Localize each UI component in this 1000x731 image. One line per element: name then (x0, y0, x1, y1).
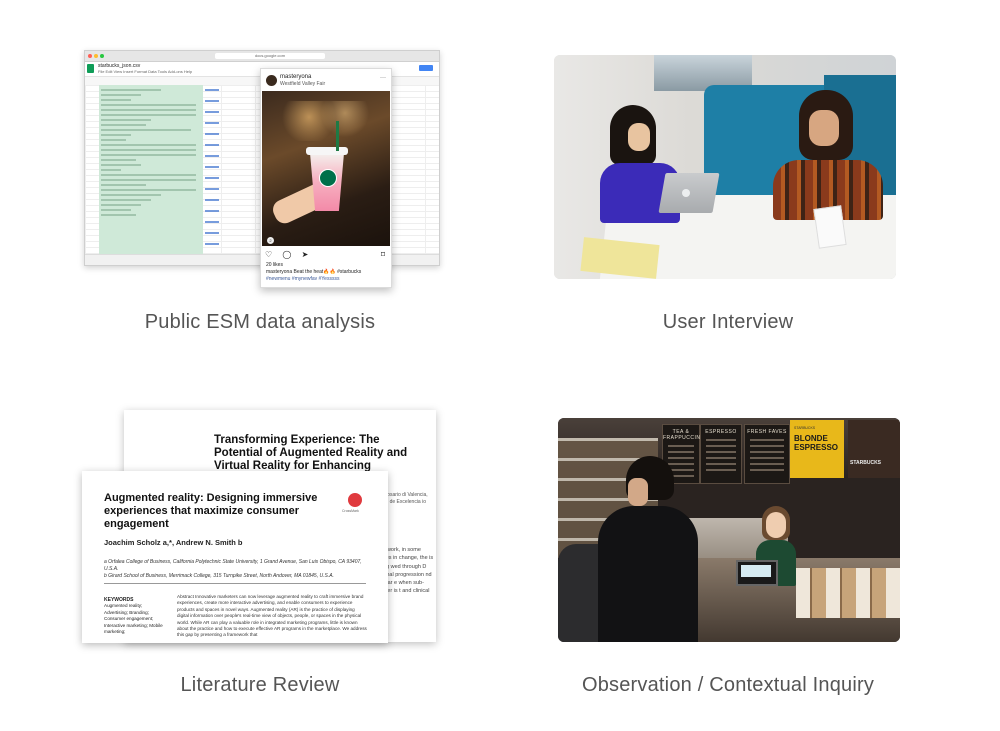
crossmark-label: CrossMark (342, 509, 359, 513)
paper-back-title: Transforming Experience: The Potential o… (214, 434, 408, 472)
instagram-post: masteryona Westfield Valley Fair ··· 2 ♡… (260, 68, 392, 288)
participant-figure (759, 90, 883, 220)
instagram-location: Westfield Valley Fair (280, 81, 326, 87)
avatar (266, 75, 277, 86)
browser-url: docs.google.com (215, 53, 325, 59)
paper-authors: Joachim Scholz a,*, Andrew N. Smith b (104, 538, 243, 547)
post-action-icons: ♡ ◯ ➤ (265, 250, 313, 259)
merchandise-shelf (796, 568, 900, 618)
starbucks-sign-label: STARBUCKS (850, 460, 882, 466)
menu-board-3: FRESH FAVES (744, 424, 790, 484)
sheets-logo-icon (87, 64, 94, 73)
keywords-list: Augmented reality; Advertising; Branding… (104, 603, 163, 635)
cash-register (736, 560, 778, 586)
caption-esm: Public ESM data analysis (144, 311, 376, 333)
sheet-menus: File Edit View Insert Format Data Tools … (98, 69, 193, 74)
menu-board-2: ESPRESSO (700, 424, 742, 484)
menu-board-3-title: FRESH FAVES (747, 429, 787, 435)
observation-photo: TEA & FRAPPUCCINO ESPRESSO FRESH FAVES S… (558, 418, 900, 642)
paper-front-title: Augmented reality: Designing immersive e… (104, 492, 318, 530)
share-button (419, 65, 433, 71)
close-dot-icon (88, 54, 92, 58)
sheet-link-column (205, 89, 265, 254)
caption-literature: Literature Review (180, 674, 340, 696)
bookmark-icon: ⌑ (380, 250, 385, 259)
caption-observation: Observation / Contextual Inquiry (581, 674, 875, 696)
divider (104, 583, 366, 584)
sheet-text-rows (101, 89, 201, 219)
browser-titlebar: docs.google.com (85, 51, 439, 62)
instagram-photo: 2 (262, 91, 390, 246)
instagram-likes: 20 likes (266, 262, 283, 268)
paper-keywords: KEYWORDS Augmented reality; Advertising;… (104, 597, 164, 635)
menu-board-1-title: TEA & FRAPPUCCINO (663, 429, 705, 441)
keywords-heading: KEYWORDS (104, 597, 134, 603)
apple-logo-icon (682, 189, 690, 197)
paper-abstract: Abstract Innovative marketers can now le… (177, 594, 367, 638)
paper-front: Augmented reality: Designing immersive e… (82, 471, 388, 643)
carousel-badge: 2 (267, 237, 274, 244)
blonde-sign-brand: STARBUCKS (794, 426, 816, 430)
user-interview-photo (554, 55, 896, 279)
ellipsis-icon: ··· (380, 75, 386, 81)
instagram-caption: masteryona Beat the heat🔥🔥 #starbucks (266, 269, 362, 275)
instagram-hashtags: #newmenu #mynewfav #Yesssss (266, 276, 340, 282)
caption-interview: User Interview (662, 311, 794, 333)
affiliation-b: b Girard School of Business, Merrimack C… (104, 573, 334, 579)
customer-figure (558, 456, 698, 642)
crossmark-icon (348, 493, 362, 507)
blonde-espresso-sign: STARBUCKS BLONDE ESPRESSO (790, 420, 844, 478)
blonde-sign-title: BLONDE ESPRESSO (794, 434, 839, 452)
starbucks-sign: STARBUCKS (848, 420, 900, 478)
paper-sheet (813, 205, 847, 249)
esm-figure: docs.google.com starbucks_json.csv File … (0, 0, 500, 300)
affiliation-a: a Orfalea College of Business, Californi… (104, 559, 362, 572)
paper-affiliations: a Orfalea College of Business, Californi… (104, 559, 374, 580)
zoom-dot-icon (100, 54, 104, 58)
starbucks-logo-icon (319, 169, 337, 187)
minimize-dot-icon (94, 54, 98, 58)
menu-board-2-title: ESPRESSO (705, 429, 737, 435)
instagram-username: masteryona (280, 74, 312, 80)
